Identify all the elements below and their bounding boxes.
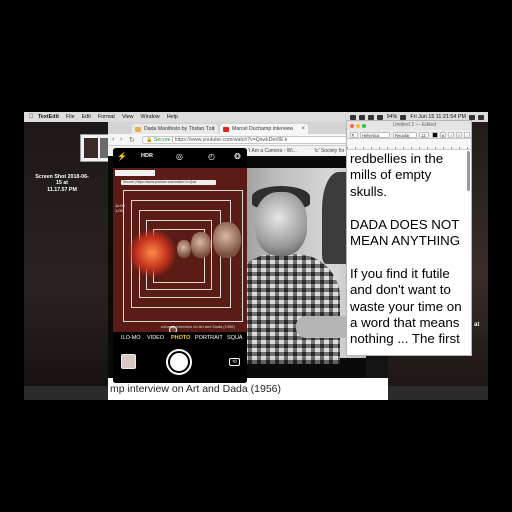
menu-format[interactable]: Format: [98, 114, 115, 120]
bold-button[interactable]: B: [440, 131, 446, 138]
text-line: MEAN ANYTHING: [350, 233, 461, 249]
tab-close-icon[interactable]: ×: [301, 126, 305, 132]
lock-icon: 🔒: [146, 137, 153, 143]
tab-title: Marcel Duchamp interview: [232, 126, 294, 132]
camera-bottom-bar: ⟲: [113, 344, 247, 383]
viewfinder-glow: [127, 228, 177, 278]
font-size-select[interactable]: 12: [419, 131, 429, 138]
camera-viewfinder: Secure | https://www.youtube.com/watch?v…: [113, 168, 247, 332]
search-icon[interactable]: [469, 114, 475, 120]
paragraph-style-select[interactable]: ¶: [350, 131, 358, 138]
forward-icon[interactable]: ›: [120, 136, 122, 143]
mode-portrait[interactable]: PORTRAIT: [195, 335, 223, 341]
sync-icon[interactable]: [358, 114, 365, 120]
flash-off-icon[interactable]: ⚡: [117, 152, 127, 161]
tab-title: Dada Manifesto by Tristan Tza: [144, 126, 215, 132]
timer-icon[interactable]: ◴: [207, 152, 216, 161]
align-left-button[interactable]: ≡: [456, 131, 462, 138]
list-icon[interactable]: [478, 114, 484, 120]
mode-video[interactable]: VIDEO: [147, 335, 164, 341]
tab-close-icon[interactable]: ×: [211, 126, 215, 132]
tab-duchamp-interview[interactable]: Marcel Duchamp interview ×: [220, 124, 308, 134]
video-person-head: [255, 192, 307, 256]
viewfinder-face: [213, 222, 241, 258]
minimize-window-icon[interactable]: [356, 123, 360, 128]
live-photo-icon[interactable]: ◎: [175, 152, 184, 161]
textedit-title-bar: Untitled 2 — Edited: [347, 121, 471, 130]
address-bar[interactable]: 🔒 Secure | https://www.youtube.com/watch…: [142, 136, 372, 144]
camera-mode-selector: ILO-MO VIDEO PHOTO PORTRAIT SQUA: [113, 332, 247, 344]
filters-icon[interactable]: ❂: [233, 152, 242, 161]
back-icon[interactable]: ‹: [112, 136, 114, 143]
document-favicon-icon: [135, 126, 141, 132]
screenshot-file-label[interactable]: Screen Shot 2018-06-15 at 11.17.57 PM: [34, 174, 90, 193]
menu-file[interactable]: File: [66, 114, 75, 120]
menu-edit[interactable]: Edit: [82, 114, 91, 120]
shutter-button[interactable]: [168, 351, 190, 373]
scrollbar-thumb[interactable]: [467, 151, 470, 191]
switch-camera-icon[interactable]: ⟲: [229, 358, 240, 366]
dropbox-icon[interactable]: [349, 114, 356, 120]
mode-slo-mo[interactable]: ILO-MO: [121, 335, 141, 341]
camera-top-bar: ⚡ HDR ◎ ◴ ❂: [113, 148, 247, 168]
hdr-toggle[interactable]: HDR: [141, 153, 153, 159]
last-photo-thumbnail[interactable]: [121, 354, 136, 369]
text-line: DADA DOES NOT: [350, 216, 460, 232]
mode-square[interactable]: SQUA: [227, 335, 243, 341]
tab-dada-manifesto[interactable]: Dada Manifesto by Tristan Tza ×: [132, 124, 218, 134]
address-url: https://www.youtube.com/watch?v=QswkDer0…: [174, 137, 288, 143]
battery-icon[interactable]: [400, 114, 407, 120]
font-family-select[interactable]: Helvetica: [360, 131, 390, 138]
desktop-wall-left: [24, 122, 114, 400]
menu-help[interactable]: Help: [167, 114, 178, 120]
file-label-line1: Screen Shot 2018-06-15 at: [35, 174, 89, 187]
textedit-window: Untitled 2 — Edited ¶ Helvetica Regular …: [346, 120, 472, 356]
wifi-icon[interactable]: [367, 114, 374, 120]
text-line: skulls.: [350, 183, 387, 199]
thumbnail-left-pane: [84, 138, 98, 158]
volume-icon[interactable]: [376, 114, 383, 120]
format-toolbar: ¶ Helvetica Regular 12 B I ≡ ⁝: [347, 130, 471, 139]
font-style-select[interactable]: Regular: [393, 131, 417, 138]
viewfinder-face: [177, 240, 191, 258]
video-title: mp interview on Art and Dada (1956): [110, 383, 282, 395]
bookmark-item[interactable]: 'I Am a Camera - Wi...: [248, 148, 297, 154]
document-title: Untitled 2 — Edited: [393, 122, 437, 128]
close-window-icon[interactable]: [350, 123, 354, 128]
text-line: and don't want to: [350, 282, 451, 298]
text-line: If you find it futile: [350, 265, 450, 281]
secure-label: Secure: [153, 137, 171, 143]
text-line: a word that means: [350, 315, 460, 331]
text-line: waste your time on: [350, 298, 462, 314]
viewfinder-tab-strip: [115, 170, 155, 176]
mode-photo[interactable]: PHOTO: [171, 335, 190, 341]
youtube-favicon-icon: [223, 126, 229, 132]
file-label-line2: 11.17.57 PM: [47, 186, 77, 193]
text-line: nothing ... The first: [350, 331, 460, 347]
reload-icon[interactable]: ↻: [129, 136, 135, 144]
zoom-window-icon[interactable]: [362, 123, 366, 128]
italic-button[interactable]: I: [448, 131, 454, 138]
text-color-swatch[interactable]: [432, 131, 438, 138]
menu-window[interactable]: Window: [141, 114, 160, 120]
text-line: redbellies in the: [350, 151, 444, 166]
viewfinder-address-bar: Secure | https://www.youtube.com/watch?v…: [121, 180, 216, 185]
viewfinder-face: [191, 232, 211, 258]
list-button[interactable]: ⁝: [464, 131, 470, 138]
menu-view[interactable]: View: [122, 114, 134, 120]
ruler[interactable]: [347, 139, 471, 150]
document-text-area[interactable]: redbellies in the mills of empty skulls.…: [350, 151, 471, 348]
menu-app-name[interactable]: TextEdit: [38, 114, 59, 120]
phone-camera-screen: ⚡ HDR ◎ ◴ ❂ Secure | https://www.youtube…: [113, 148, 247, 383]
text-line: mills of empty: [350, 167, 432, 183]
apple-menu-icon[interactable]: : [24, 114, 38, 120]
desktop-edge-text: at: [474, 322, 480, 328]
video-frame:  TextEdit File Edit Format View Window …: [0, 0, 512, 512]
